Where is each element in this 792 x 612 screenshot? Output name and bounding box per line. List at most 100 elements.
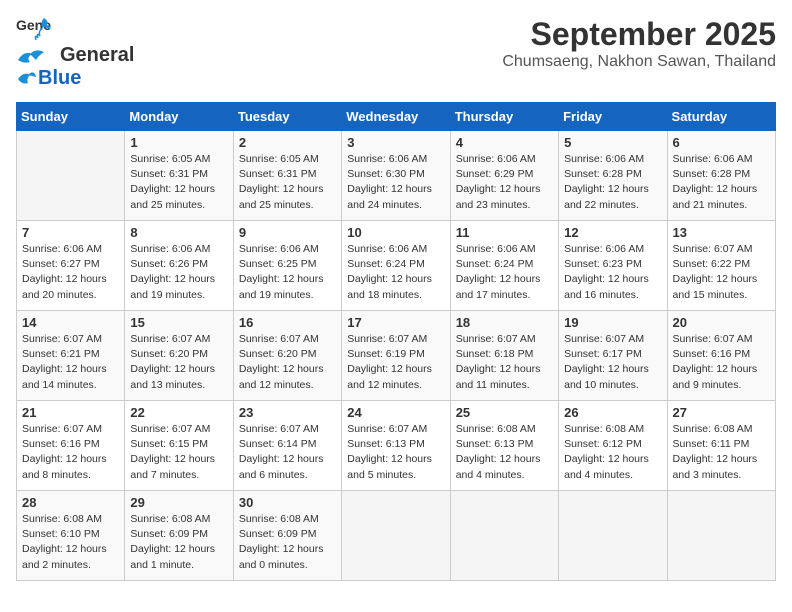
day-info-line: and 14 minutes. (22, 379, 97, 391)
day-info-line: Sunrise: 6:07 AM (239, 333, 319, 345)
day-info-line: Daylight: 12 hours (673, 453, 758, 465)
logo-icon: General (16, 16, 52, 44)
day-info-line: Sunrise: 6:06 AM (456, 153, 536, 165)
day-info-line: Sunrise: 6:05 AM (130, 153, 210, 165)
day-number: 2 (239, 135, 336, 150)
day-info-line: Daylight: 12 hours (347, 453, 432, 465)
calendar-cell: 21Sunrise: 6:07 AMSunset: 6:16 PMDayligh… (17, 401, 125, 491)
weekday-header-saturday: Saturday (667, 103, 775, 131)
day-info-line: Sunset: 6:16 PM (673, 348, 751, 360)
day-info-line: Daylight: 12 hours (130, 453, 215, 465)
day-info-line: Daylight: 12 hours (564, 363, 649, 375)
day-number: 26 (564, 405, 661, 420)
day-info-line: Daylight: 12 hours (564, 453, 649, 465)
day-info-line: Sunset: 6:19 PM (347, 348, 425, 360)
day-info-line: Daylight: 12 hours (239, 273, 324, 285)
day-info-line: Sunset: 6:22 PM (673, 258, 751, 270)
page-title: September 2025 (502, 16, 776, 53)
day-info-line: and 5 minutes. (347, 469, 416, 481)
day-info-line: and 25 minutes. (239, 199, 314, 211)
day-info-line: Sunset: 6:21 PM (22, 348, 100, 360)
day-info-line: Daylight: 12 hours (456, 363, 541, 375)
day-info-line: Sunset: 6:13 PM (456, 438, 534, 450)
calendar-cell: 7Sunrise: 6:06 AMSunset: 6:27 PMDaylight… (17, 221, 125, 311)
day-info: Sunrise: 6:06 AM Sunset: 6:24 PM Daylight:… (456, 242, 553, 303)
day-info-line: and 7 minutes. (130, 469, 199, 481)
day-info-line: and 1 minute. (130, 559, 194, 571)
day-info-line: Sunset: 6:23 PM (564, 258, 642, 270)
day-info-line: Daylight: 12 hours (130, 363, 215, 375)
day-number: 12 (564, 225, 661, 240)
day-info-line: Sunrise: 6:07 AM (347, 423, 427, 435)
day-info: Sunrise: 6:07 AMSunset: 6:21 PMDaylight:… (22, 332, 119, 393)
day-info: Sunrise: 6:06 AMSunset: 6:28 PMDaylight:… (673, 152, 770, 213)
day-info-line: Sunrise: 6:07 AM (347, 333, 427, 345)
day-info-line: Sunset: 6:12 PM (564, 438, 642, 450)
day-info-line: Sunset: 6:31 PM (239, 168, 317, 180)
calendar-cell: 14Sunrise: 6:07 AMSunset: 6:21 PMDayligh… (17, 311, 125, 401)
day-number: 3 (347, 135, 444, 150)
calendar-header-row: SundayMondayTuesdayWednesdayThursdayFrid… (17, 103, 776, 131)
weekday-header-tuesday: Tuesday (233, 103, 341, 131)
day-info-line: Sunset: 6:13 PM (347, 438, 425, 450)
day-info-line: Sunrise: 6:07 AM (673, 333, 753, 345)
calendar-cell: 27Sunrise: 6:08 AMSunset: 6:11 PMDayligh… (667, 401, 775, 491)
day-info-line: Sunset: 6:20 PM (130, 348, 208, 360)
day-info-line: Sunrise: 6:05 AM (239, 153, 319, 165)
day-info-line: Daylight: 12 hours (239, 363, 324, 375)
day-info-line: and 2 minutes. (22, 559, 91, 571)
day-info-line: Daylight: 12 hours (347, 273, 432, 285)
day-info-line: Daylight: 12 hours (673, 363, 758, 375)
day-info-line: Sunset: 6:10 PM (22, 528, 100, 540)
day-info-line: Sunset: 6:15 PM (130, 438, 208, 450)
day-info-line: Daylight: 12 hours (22, 273, 107, 285)
logo-bird-icon-2 (16, 69, 36, 89)
day-info-line: Sunrise: 6:07 AM (456, 333, 536, 345)
calendar-cell: 16Sunrise: 6:07 AMSunset: 6:20 PMDayligh… (233, 311, 341, 401)
day-info-line: Daylight: 12 hours (456, 273, 541, 285)
logo-text-blue: Blue (38, 67, 81, 90)
day-info-line: Sunrise: 6:07 AM (130, 333, 210, 345)
calendar-cell (559, 491, 667, 581)
calendar-week-2: 7Sunrise: 6:06 AMSunset: 6:27 PMDaylight… (17, 221, 776, 311)
day-number: 28 (22, 495, 119, 510)
day-number: 4 (456, 135, 553, 150)
calendar-cell: 17Sunrise: 6:07 AMSunset: 6:19 PMDayligh… (342, 311, 450, 401)
day-info-line: Sunset: 6:31 PM (130, 168, 208, 180)
day-number: 7 (22, 225, 119, 240)
day-number: 5 (564, 135, 661, 150)
day-info-line: and 23 minutes. (456, 199, 531, 211)
day-info: Sunrise: 6:08 AMSunset: 6:09 PMDaylight:… (130, 512, 227, 573)
calendar-cell: 13Sunrise: 6:07 AMSunset: 6:22 PMDayligh… (667, 221, 775, 311)
weekday-header-friday: Friday (559, 103, 667, 131)
day-info-line: and 18 minutes. (347, 289, 422, 301)
calendar-table: SundayMondayTuesdayWednesdayThursdayFrid… (16, 102, 776, 581)
day-info-line: and 25 minutes. (130, 199, 205, 211)
day-number: 20 (673, 315, 770, 330)
calendar-cell (450, 491, 558, 581)
day-info-line: Sunset: 6:24 PM (456, 258, 534, 270)
day-info-line: Sunrise: 6:06 AM (130, 243, 210, 255)
day-info-line: Daylight: 12 hours (673, 273, 758, 285)
day-info-line: Daylight: 12 hours (22, 363, 107, 375)
calendar-cell: 24Sunrise: 6:07 AMSunset: 6:13 PMDayligh… (342, 401, 450, 491)
day-info-line: Daylight: 12 hours (239, 543, 324, 555)
calendar-cell: 25Sunrise: 6:08 AMSunset: 6:13 PMDayligh… (450, 401, 558, 491)
day-info: Sunrise: 6:07 AMSunset: 6:20 PMDaylight:… (239, 332, 336, 393)
day-number: 17 (347, 315, 444, 330)
day-info-line: Sunrise: 6:06 AM (456, 243, 536, 255)
day-info: Sunrise: 6:06 AMSunset: 6:29 PMDaylight:… (456, 152, 553, 213)
day-info-line: and 21 minutes. (673, 199, 748, 211)
day-info: Sunrise: 6:07 AM Sunset: 6:16 PM Daylight:… (673, 332, 770, 393)
day-number: 25 (456, 405, 553, 420)
calendar-cell: 5Sunrise: 6:06 AMSunset: 6:28 PMDaylight… (559, 131, 667, 221)
day-info-line: and 12 minutes. (239, 379, 314, 391)
calendar-cell: 23Sunrise: 6:07 AMSunset: 6:14 PMDayligh… (233, 401, 341, 491)
calendar-week-3: 14Sunrise: 6:07 AMSunset: 6:21 PMDayligh… (17, 311, 776, 401)
calendar-cell: 9Sunrise: 6:06 AMSunset: 6:25 PMDaylight… (233, 221, 341, 311)
day-info-line: and 12 minutes. (347, 379, 422, 391)
calendar-cell: 19Sunrise: 6:07 AMSunset: 6:17 PMDayligh… (559, 311, 667, 401)
day-info-line: Daylight: 12 hours (673, 183, 758, 195)
day-number: 13 (673, 225, 770, 240)
day-info-line: Sunset: 6:28 PM (564, 168, 642, 180)
